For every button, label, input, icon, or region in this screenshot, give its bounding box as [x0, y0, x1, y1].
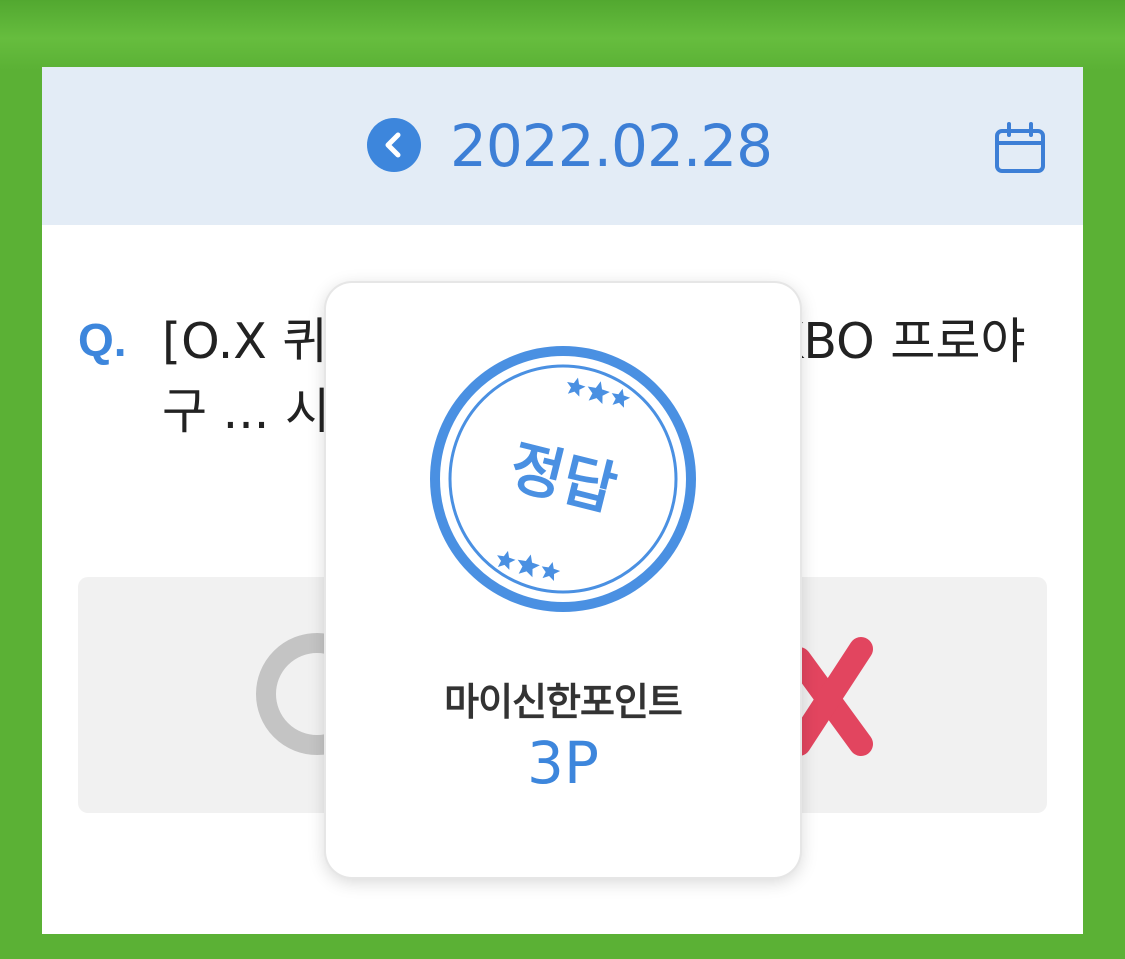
question-label: Q.: [78, 314, 127, 366]
reward-label: 마이신한포인트: [444, 680, 683, 724]
calendar-button[interactable]: [992, 121, 1048, 177]
current-date: 2022.02.28: [450, 112, 773, 180]
reward-points: 3P: [527, 729, 599, 797]
stamp-text: 정답: [503, 432, 623, 524]
correct-stamp-icon: 정답: [430, 346, 696, 612]
grass-background: [0, 0, 1125, 70]
answer-x-button[interactable]: [787, 634, 879, 759]
calendar-icon: [995, 122, 1045, 173]
date-bar: 2022.02.28: [42, 67, 1083, 225]
cross-x-icon: [787, 637, 873, 756]
chevron-left-icon: [385, 132, 401, 158]
prev-date-button[interactable]: [367, 118, 421, 172]
correct-answer-popup: 정답 마이신한포인트 3P: [326, 283, 800, 877]
